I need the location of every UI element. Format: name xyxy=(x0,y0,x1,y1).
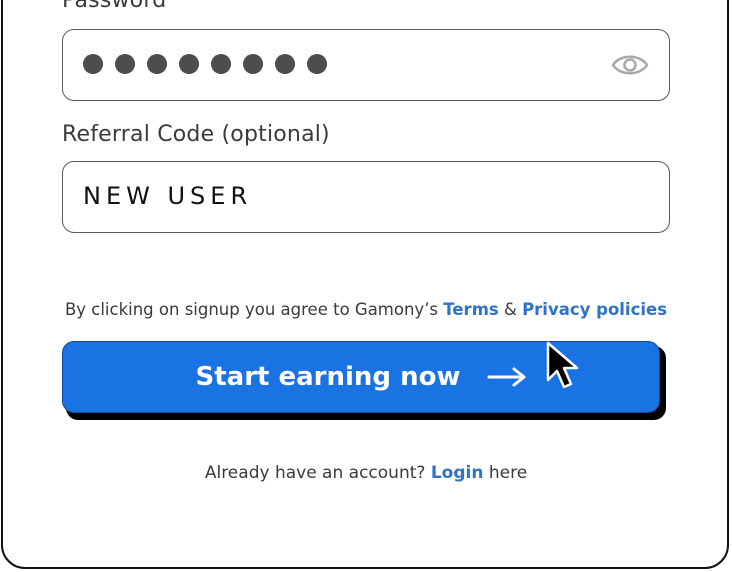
password-dot xyxy=(83,54,103,74)
login-link[interactable]: Login xyxy=(431,463,484,483)
password-dot xyxy=(307,54,327,74)
start-earning-label: Start earning now xyxy=(195,362,461,392)
password-label: Password xyxy=(62,0,167,13)
agreement-prefix: By clicking on signup you agree to Gamon… xyxy=(64,300,439,319)
referral-code-value: NEW USER xyxy=(83,182,253,210)
password-dot xyxy=(179,54,199,74)
password-dot xyxy=(275,54,295,74)
password-dot xyxy=(115,54,135,74)
arrow-right-icon xyxy=(487,367,525,387)
login-prompt: Already have an account? Login here xyxy=(0,463,732,483)
login-suffix: here xyxy=(488,463,528,483)
eye-icon[interactable] xyxy=(611,50,649,80)
terms-link[interactable]: Terms xyxy=(443,300,498,319)
password-dot xyxy=(243,54,263,74)
login-prefix: Already have an account? xyxy=(204,463,426,483)
password-dot xyxy=(147,54,167,74)
agreement-text: By clicking on signup you agree to Gamon… xyxy=(0,300,732,319)
referral-label: Referral Code (optional) xyxy=(62,122,330,147)
referral-code-field[interactable]: NEW USER xyxy=(62,161,670,233)
password-field[interactable] xyxy=(62,29,670,101)
mouse-cursor-icon xyxy=(546,341,579,389)
password-masked-value xyxy=(83,54,327,74)
password-dot xyxy=(211,54,231,74)
agreement-ampersand: & xyxy=(503,300,517,319)
privacy-policies-link[interactable]: Privacy policies xyxy=(522,300,667,319)
